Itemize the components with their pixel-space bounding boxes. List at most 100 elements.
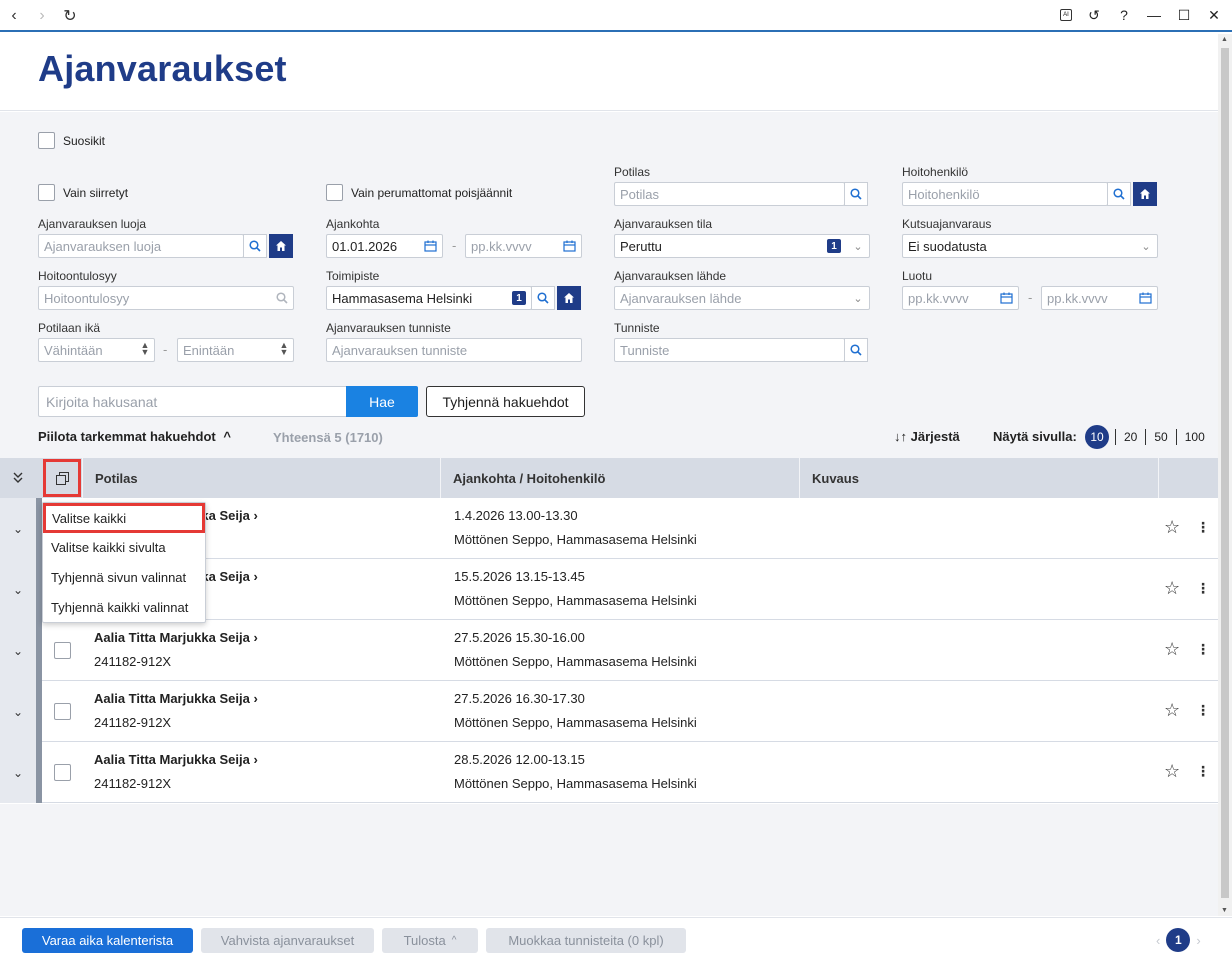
row-expand-icon[interactable]: ⌄: [0, 742, 36, 803]
star-icon[interactable]: ☆: [1164, 701, 1180, 719]
back-icon[interactable]: ‹: [4, 6, 24, 26]
invite-select[interactable]: Ei suodatusta: [902, 234, 1158, 258]
row-status-bar: [36, 620, 42, 681]
age-min-stepper-icon[interactable]: ▲ ▼: [138, 341, 152, 357]
office-home-button[interactable]: [557, 286, 581, 310]
star-icon[interactable]: ☆: [1164, 762, 1180, 780]
per-page-100[interactable]: 100: [1175, 429, 1213, 445]
print-button[interactable]: Tulosta ^: [382, 928, 478, 953]
creator-search-button[interactable]: [243, 234, 267, 258]
keyword-search-input[interactable]: Kirjoita hakusanat: [38, 386, 347, 417]
appointment-caregiver: Möttönen Seppo, Hammasasema Helsinki: [454, 532, 697, 547]
edit-identifiers-button[interactable]: Muokkaa tunnisteita (0 kpl): [486, 928, 686, 953]
created-to-calendar-button[interactable]: [1133, 286, 1157, 310]
more-options-icon[interactable]: ⋮: [1196, 701, 1210, 719]
scroll-up-icon[interactable]: ▲: [1221, 36, 1228, 43]
patient-name-link[interactable]: Aalia Titta Marjukka Seija ›: [94, 691, 258, 706]
per-page-10[interactable]: 10: [1085, 425, 1109, 449]
caregiver-home-button[interactable]: [1133, 182, 1157, 206]
close-icon[interactable]: ✕: [1206, 5, 1222, 25]
office-input[interactable]: Hammasasema Helsinki: [326, 286, 532, 310]
only-transferred-checkbox[interactable]: [38, 184, 55, 201]
reason-input[interactable]: Hoitoontulosyy: [38, 286, 294, 310]
prev-page-icon[interactable]: ‹: [1156, 933, 1160, 948]
more-options-icon[interactable]: ⋮: [1196, 518, 1210, 536]
hide-filters-toggle[interactable]: Piilota tarkemmat hakuehdot ^: [38, 429, 231, 444]
next-page-icon[interactable]: ›: [1196, 933, 1200, 948]
created-from-calendar-button[interactable]: [994, 286, 1018, 310]
table-row[interactable]: ⌄ Aalia Titta Marjukka Seija › 241182-91…: [0, 620, 1218, 681]
row-expand-icon[interactable]: ⌄: [0, 620, 36, 681]
select-options-button[interactable]: [43, 459, 81, 497]
only-uncancelled-checkbox[interactable]: [326, 184, 343, 201]
age-range-dash: -: [163, 342, 168, 357]
table-row[interactable]: ⌄ Aalia Titta Marjukka Seija › 241182-91…: [0, 742, 1218, 803]
creator-label: Ajanvarauksen luoja: [38, 217, 147, 231]
row-expand-icon[interactable]: ⌄: [0, 559, 36, 620]
table-row[interactable]: ⌄ Aalia Titta Marjukka Seija › 241182-91…: [0, 681, 1218, 742]
book-from-calendar-button[interactable]: Varaa aika kalenterista: [22, 928, 193, 953]
hide-filters-label: Piilota tarkemmat hakuehdot: [38, 429, 216, 444]
time-from-calendar-button[interactable]: [418, 234, 442, 258]
more-options-icon[interactable]: ⋮: [1196, 640, 1210, 658]
sort-button[interactable]: ↓↑ Järjestä: [894, 429, 960, 444]
caregiver-input[interactable]: Hoitohenkilö: [902, 182, 1108, 206]
column-description[interactable]: Kuvaus: [799, 458, 1158, 498]
search-icon: [537, 292, 549, 304]
age-max-stepper-icon[interactable]: ▲ ▼: [277, 341, 291, 357]
vertical-scrollbar[interactable]: ▲ ▼: [1218, 34, 1232, 916]
time-to-calendar-button[interactable]: [557, 234, 581, 258]
office-label: Toimipiste: [326, 269, 380, 283]
office-search-button[interactable]: [531, 286, 555, 310]
menu-item-clear-page[interactable]: Tyhjennä sivun valinnat: [43, 563, 205, 593]
caregiver-search-button[interactable]: [1107, 182, 1131, 206]
source-select[interactable]: Ajanvarauksen lähde: [614, 286, 870, 310]
patient-name-link[interactable]: Aalia Titta Marjukka Seija ›: [94, 752, 258, 767]
scrollbar-thumb[interactable]: [1221, 48, 1229, 898]
star-icon[interactable]: ☆: [1164, 579, 1180, 597]
identifier-input[interactable]: Tunniste: [614, 338, 845, 362]
only-transferred-label: Vain siirretyt: [63, 186, 129, 200]
patient-input[interactable]: Potilas: [614, 182, 845, 206]
history-icon[interactable]: ↺: [1086, 5, 1102, 25]
menu-item-clear-all[interactable]: Tyhjennä kaikki valinnat: [43, 593, 205, 623]
menu-item-select-page[interactable]: Valitse kaikki sivulta: [43, 533, 205, 563]
star-icon[interactable]: ☆: [1164, 640, 1180, 658]
search-button[interactable]: Hae: [346, 386, 418, 417]
per-page-50[interactable]: 50: [1145, 429, 1175, 445]
clear-filters-button[interactable]: Tyhjennä hakuehdot: [426, 386, 585, 417]
patient-name-link[interactable]: Aalia Titta Marjukka Seija ›: [94, 630, 258, 645]
column-time[interactable]: Ajankohta / Hoitohenkilö: [440, 458, 799, 498]
help-icon[interactable]: ?: [1116, 5, 1132, 25]
more-options-icon[interactable]: ⋮: [1196, 579, 1210, 597]
column-patient-label: Potilas: [95, 470, 138, 486]
creator-home-button[interactable]: [269, 234, 293, 258]
row-checkbox[interactable]: [54, 703, 71, 720]
more-options-icon[interactable]: ⋮: [1196, 762, 1210, 780]
appointment-time: 27.5.2026 15.30-16.00: [454, 630, 585, 645]
creator-input[interactable]: Ajanvarauksen luoja: [38, 234, 244, 258]
per-page-options: 10 20 50 100: [1085, 425, 1213, 449]
favorites-checkbox[interactable]: [38, 132, 55, 149]
column-patient[interactable]: Potilas: [82, 458, 440, 498]
per-page-20[interactable]: 20: [1115, 429, 1145, 445]
maximize-icon[interactable]: ☐: [1176, 5, 1192, 25]
row-checkbox[interactable]: [54, 642, 71, 659]
minimize-icon[interactable]: —: [1146, 5, 1162, 25]
scroll-down-icon[interactable]: ▼: [1221, 907, 1228, 914]
row-checkbox[interactable]: [54, 764, 71, 781]
star-icon[interactable]: ☆: [1164, 518, 1180, 536]
booking-id-input[interactable]: Ajanvarauksen tunniste: [326, 338, 582, 362]
identifier-search-button[interactable]: [844, 338, 868, 362]
menu-item-select-all[interactable]: Valitse kaikki: [43, 503, 205, 533]
patient-search-button[interactable]: [844, 182, 868, 206]
current-page[interactable]: 1: [1166, 928, 1191, 952]
forward-icon[interactable]: ›: [32, 6, 52, 26]
reload-icon[interactable]: ↻: [60, 6, 80, 26]
expand-all-icon[interactable]: [0, 458, 36, 498]
confirm-bookings-button[interactable]: Vahvista ajanvaraukset: [201, 928, 374, 953]
identifier-label: Tunniste: [614, 321, 660, 335]
row-expand-icon[interactable]: ⌄: [0, 681, 36, 742]
row-expand-icon[interactable]: ⌄: [0, 498, 36, 559]
ai-icon[interactable]: AI: [1060, 9, 1072, 21]
